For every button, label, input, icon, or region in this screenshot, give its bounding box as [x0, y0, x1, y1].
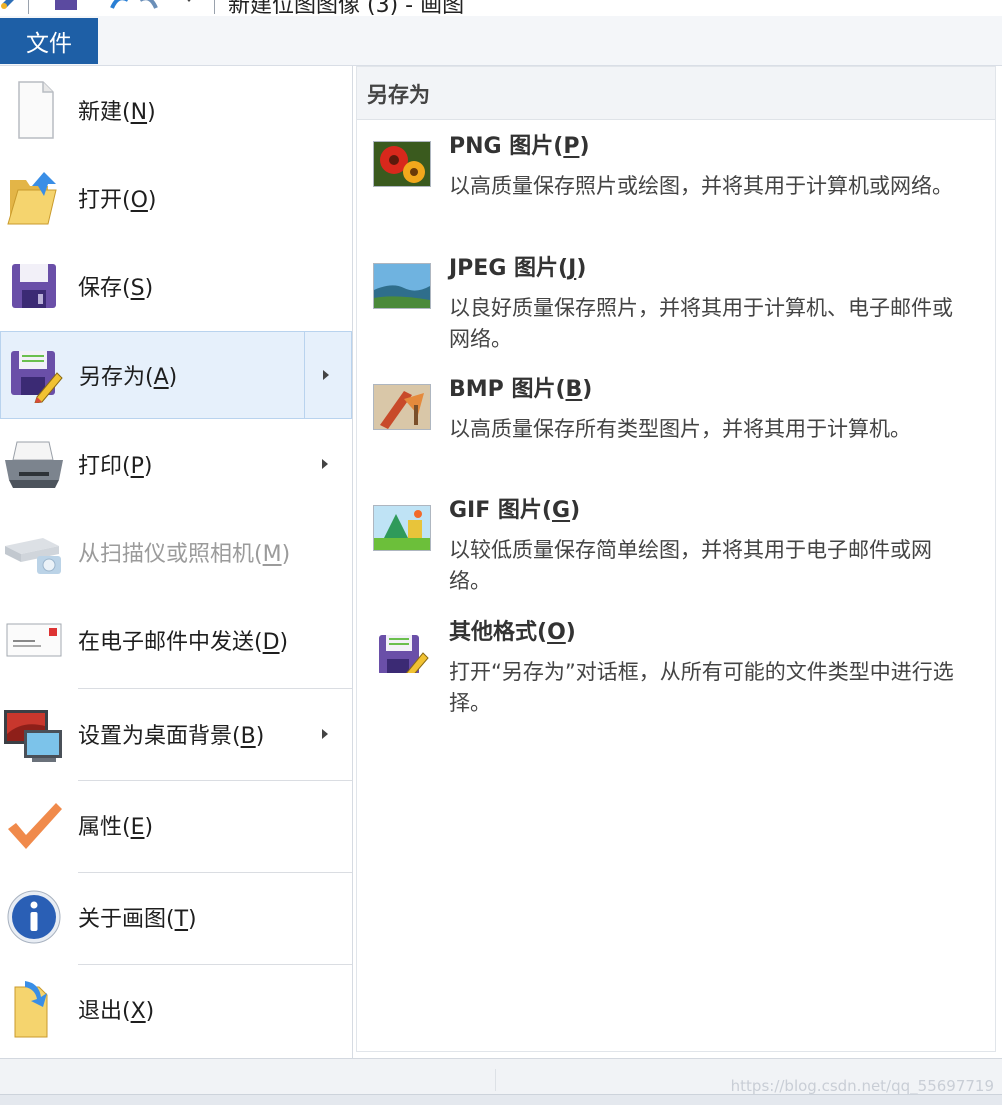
menu-item-label: 打印(P)	[78, 454, 153, 479]
printer-icon	[2, 432, 66, 496]
save-as-jpeg-option[interactable]: JPEG 图片(J) 以良好质量保存照片，并将其用于计算机、电子邮件或网络。	[357, 251, 995, 369]
save-as-icon	[3, 343, 67, 407]
submenu-arrow-icon[interactable]	[323, 370, 329, 380]
png-picture-icon	[373, 141, 431, 187]
bottom-edge	[0, 1094, 1002, 1105]
file-tab[interactable]: 文件	[0, 18, 98, 64]
save-as-png-option[interactable]: PNG 图片(P) 以高质量保存照片或绘图，并将其用于计算机或网络。	[357, 129, 995, 247]
watermark-text: https://blog.csdn.net/qq_55697719	[730, 1077, 994, 1095]
option-title: 其他格式(O)	[449, 620, 576, 645]
menu-item-label: 退出(X)	[78, 999, 155, 1024]
quick-save-icon[interactable]	[54, 0, 78, 10]
menu-item-save[interactable]: 保存(S)	[0, 242, 352, 330]
menu-item-print[interactable]: 打印(P)	[0, 420, 352, 508]
menu-item-set-desktop-background[interactable]: 设置为桌面背景(B)	[0, 690, 352, 778]
menu-separator	[78, 688, 352, 689]
scanner-camera-icon	[2, 520, 66, 584]
submenu-arrow-icon[interactable]	[322, 729, 328, 739]
menu-item-label: 在电子邮件中发送(D)	[78, 630, 289, 655]
menu-item-from-scanner: 从扫描仪或照相机(M)	[0, 508, 352, 596]
option-description: 以高质量保存照片或绘图，并将其用于计算机或网络。	[449, 174, 953, 198]
menu-item-about[interactable]: 关于画图(T)	[0, 873, 352, 961]
option-description: 以高质量保存所有类型图片，并将其用于计算机。	[449, 417, 911, 441]
floppy-disk-icon	[2, 254, 66, 318]
save-as-bmp-option[interactable]: BMP 图片(B) 以高质量保存所有类型图片，并将其用于计算机。	[357, 372, 995, 490]
menu-item-label: 属性(E)	[78, 815, 154, 840]
desktop-background-icon	[2, 702, 66, 766]
save-as-gif-option[interactable]: GIF 图片(G) 以较低质量保存简单绘图，并将其用于电子邮件或网络。	[357, 493, 995, 611]
undo-icon[interactable]	[108, 0, 132, 10]
menu-item-open[interactable]: 打开(O)	[0, 154, 352, 242]
menu-item-label: 另存为(A)	[79, 365, 178, 390]
menu-item-send-email[interactable]: 在电子邮件中发送(D)	[0, 596, 352, 684]
submenu-header: 另存为	[357, 67, 995, 120]
exit-icon	[2, 977, 66, 1041]
checkmark-icon	[2, 793, 66, 857]
paint-app-icon	[1, 0, 14, 9]
menu-item-label: 打开(O)	[78, 188, 157, 213]
menu-item-label: 保存(S)	[78, 276, 154, 301]
option-title: PNG 图片(P)	[449, 134, 590, 159]
save-as-submenu: 另存为 PNG 图片(P) 以高质量保存照片或绘图，并将其用于计算机或网络。 J…	[356, 66, 996, 1052]
menu-item-exit[interactable]: 退出(X)	[0, 965, 352, 1053]
file-menu-commands: 新建(N) 打开(O) 保存(S) 另存为(A) 打印(P) 从扫描仪或照相机(…	[0, 66, 353, 1058]
gif-picture-icon	[373, 505, 431, 551]
menu-item-label: 从扫描仪或照相机(M)	[78, 542, 291, 567]
save-as-other-formats-icon	[373, 627, 431, 673]
title-bar: 新建位图图像 (3) - 画图	[0, 0, 1002, 16]
ribbon-tab-row: 文件	[0, 16, 1002, 66]
option-title: JPEG 图片(J)	[449, 256, 587, 281]
blank-document-icon	[2, 78, 66, 142]
status-bar: https://blog.csdn.net/qq_55697719	[0, 1058, 1002, 1105]
email-envelope-icon	[2, 608, 66, 672]
menu-item-label: 设置为桌面背景(B)	[78, 724, 265, 749]
option-title: BMP 图片(B)	[449, 377, 593, 402]
open-folder-icon	[2, 166, 66, 230]
submenu-title: 另存为	[367, 83, 430, 107]
submenu-arrow-icon[interactable]	[322, 459, 328, 469]
jpeg-picture-icon	[373, 263, 431, 309]
toolbar-separator	[28, 0, 29, 14]
menu-item-label: 关于画图(T)	[78, 907, 197, 932]
file-menu: 新建(N) 打开(O) 保存(S) 另存为(A) 打印(P) 从扫描仪或照相机(…	[0, 66, 1002, 1058]
menu-item-new[interactable]: 新建(N)	[0, 66, 352, 154]
menu-item-save-as[interactable]: 另存为(A)	[0, 331, 352, 419]
menu-item-label: 新建(N)	[78, 100, 156, 125]
status-divider	[495, 1069, 496, 1091]
customize-toolbar-icon[interactable]	[182, 0, 196, 10]
option-description: 打开“另存为”对话框，从所有可能的文件类型中进行选择。	[449, 660, 954, 715]
save-as-other-formats-option[interactable]: 其他格式(O) 打开“另存为”对话框，从所有可能的文件类型中进行选择。	[357, 615, 995, 733]
menu-item-properties[interactable]: 属性(E)	[0, 781, 352, 869]
redo-icon[interactable]	[136, 0, 160, 10]
toolbar-separator	[214, 0, 215, 14]
submenu-split-divider	[304, 331, 305, 419]
option-description: 以良好质量保存照片，并将其用于计算机、电子邮件或网络。	[449, 296, 953, 351]
option-description: 以较低质量保存简单绘图，并将其用于电子邮件或网络。	[449, 538, 932, 593]
window-title: 新建位图图像 (3) - 画图	[228, 0, 465, 16]
info-icon	[2, 885, 66, 949]
bmp-picture-icon	[373, 384, 431, 430]
option-title: GIF 图片(G)	[449, 498, 581, 523]
